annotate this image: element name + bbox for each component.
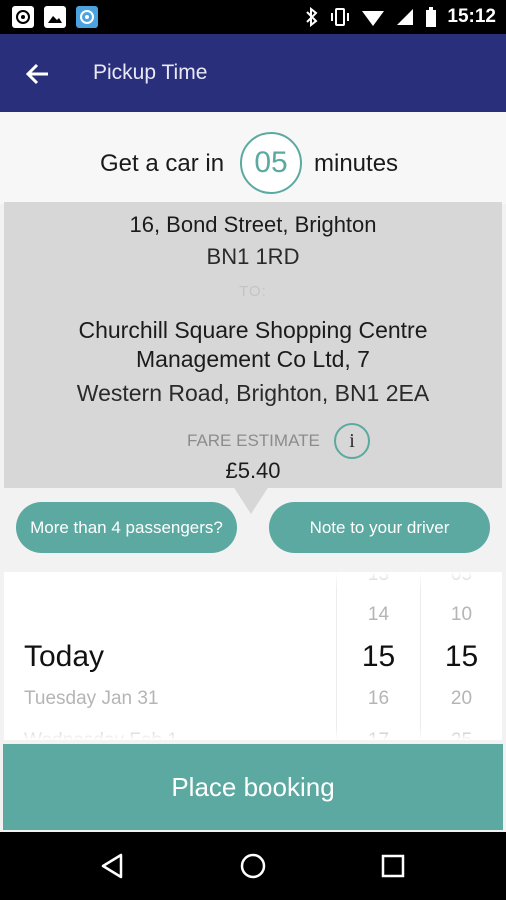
home-circle-icon [240, 853, 266, 879]
minute-wheel[interactable]: 05 10 15 20 25 [420, 572, 502, 740]
minute-option[interactable]: 10 [421, 604, 502, 626]
minute-option[interactable]: 20 [421, 688, 502, 710]
date-option[interactable]: Wednesday Feb 1 [24, 730, 178, 740]
nav-home-button[interactable] [237, 850, 269, 882]
vibrate-icon [331, 8, 350, 26]
hour-selected[interactable]: 15 [337, 640, 420, 674]
signal-icon [397, 9, 414, 25]
eta-suffix: minutes [314, 150, 399, 177]
target-icon [76, 6, 98, 28]
place-booking-button[interactable]: Place booking [3, 744, 503, 830]
app-icon [12, 6, 34, 28]
status-bar: 15:12 [0, 0, 506, 34]
eta-header: Get a car in 05 minutes [0, 112, 506, 204]
recents-square-icon [381, 854, 405, 878]
destination-address: Western Road, Brighton, BN1 2EA [76, 380, 430, 406]
hour-option[interactable]: 16 [337, 688, 420, 710]
hour-option[interactable]: 13 [337, 572, 420, 586]
note-to-driver-button[interactable]: Note to your driver [269, 502, 490, 553]
to-label: TO: [239, 283, 267, 300]
gallery-icon [44, 6, 66, 28]
fare-estimate-label: FARE ESTIMATE [187, 431, 320, 450]
page-title: Pickup Time [93, 61, 208, 84]
more-passengers-button[interactable]: More than 4 passengers? [16, 502, 237, 553]
bluetooth-icon [306, 7, 318, 27]
back-button[interactable] [22, 58, 54, 90]
nav-recents-button[interactable] [377, 850, 409, 882]
wifi-icon [362, 11, 385, 26]
minute-option[interactable]: 25 [421, 730, 502, 740]
pickup-address-line1: 16, Bond Street, Brighton [129, 212, 377, 237]
destination-name: Churchill Square Shopping Centre Managem… [78, 317, 428, 372]
date-option[interactable]: Tuesday Jan 31 [24, 688, 159, 710]
pickup-time-picker[interactable]: Today Tuesday Jan 31 Wednesday Feb 1 13 … [4, 572, 502, 740]
pickup-postcode: BN1 1RD [206, 244, 300, 269]
hour-option[interactable]: 14 [337, 604, 420, 626]
fare-estimate-value: £5.40 [225, 458, 281, 483]
status-notification-icons [12, 6, 98, 28]
minute-selected[interactable]: 15 [421, 640, 502, 674]
status-time: 15:12 [447, 6, 496, 27]
minute-option[interactable]: 05 [421, 572, 502, 586]
info-icon[interactable]: i [334, 423, 370, 459]
system-nav-bar [0, 832, 506, 900]
eta-prefix: Get a car in [100, 150, 225, 177]
status-system-icons: 15:12 [305, 4, 496, 30]
hour-wheel[interactable]: 13 14 15 16 17 [336, 572, 420, 740]
battery-icon [426, 7, 437, 27]
back-triangle-icon [101, 853, 123, 879]
eta-minutes-badge: 05 [240, 132, 302, 194]
route-card: 16, Bond Street, Brighton BN1 1RD TO: Ch… [4, 202, 502, 488]
arrow-left-icon [25, 63, 48, 85]
card-pointer [233, 486, 269, 514]
date-wheel[interactable]: Today Tuesday Jan 31 Wednesday Feb 1 [4, 572, 336, 740]
date-selected[interactable]: Today [24, 640, 104, 674]
hour-option[interactable]: 17 [337, 730, 420, 740]
nav-back-button[interactable] [97, 850, 129, 882]
app-bar: Pickup Time [0, 34, 506, 112]
